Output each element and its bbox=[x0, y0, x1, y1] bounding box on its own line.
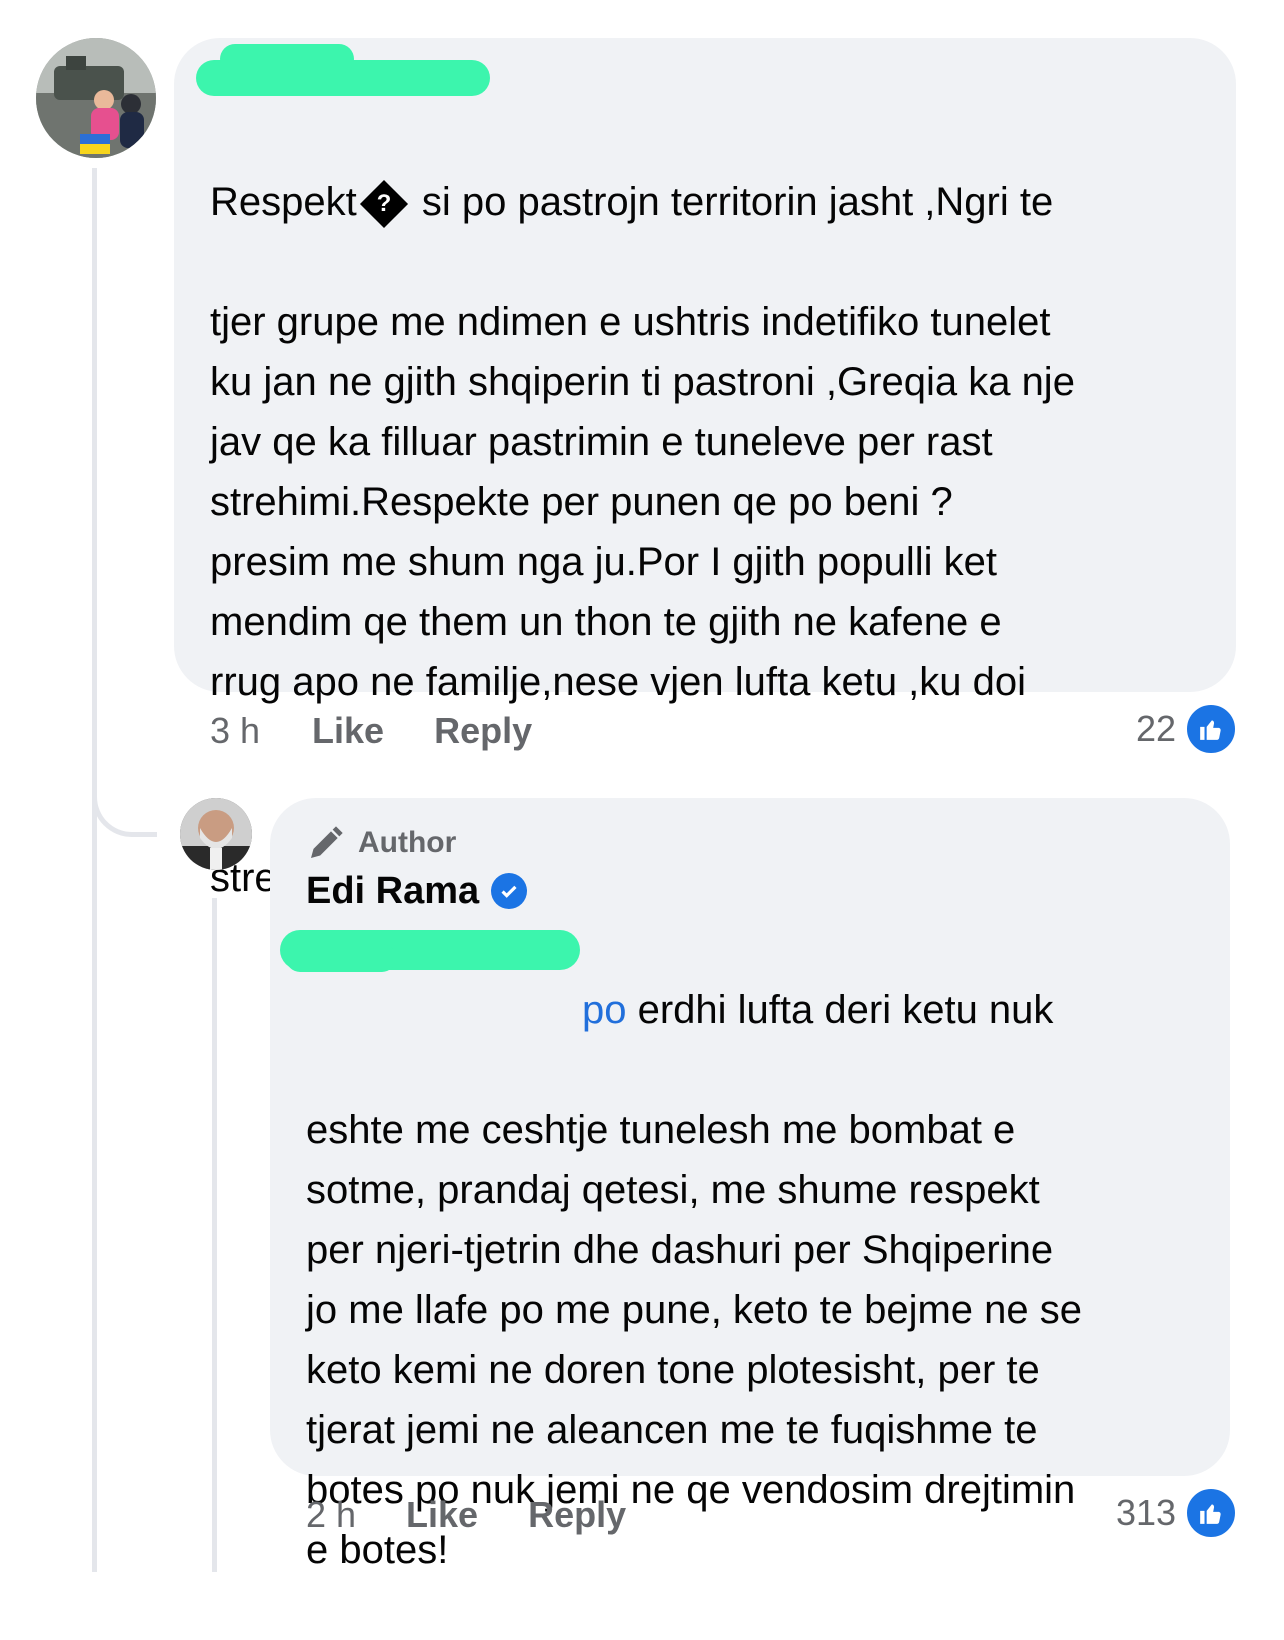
thread-line-reply bbox=[212, 898, 217, 1572]
reply-like-button[interactable]: Like bbox=[406, 1494, 478, 1536]
reply-line-1: po erdhi lufta deri ketu nuk bbox=[582, 988, 1054, 1032]
unknown-glyph-icon: ? bbox=[359, 180, 408, 229]
redacted-commenter-name-top bbox=[220, 44, 354, 74]
author-avatar[interactable] bbox=[180, 798, 252, 870]
thread-branch-curve bbox=[92, 760, 157, 837]
like-button[interactable]: Like bbox=[312, 710, 384, 752]
author-photo-icon bbox=[180, 798, 252, 870]
comment-timestamp[interactable]: 3 h bbox=[210, 710, 260, 752]
comment-body: tjer grupe me ndimen e ushtris indetifik… bbox=[210, 300, 1075, 704]
reply-reactions[interactable]: 313 bbox=[1116, 1486, 1239, 1540]
author-name[interactable]: Edi Rama bbox=[306, 866, 528, 916]
comment-line-1: Respekt? si po pastrojn territorin jasht… bbox=[210, 172, 1220, 232]
author-tag: Author bbox=[306, 820, 456, 866]
thread-line-main bbox=[92, 168, 97, 1572]
comment-reactions[interactable]: 22 bbox=[1136, 702, 1239, 756]
reply-actions: 2 h Like Reply bbox=[306, 1490, 626, 1540]
reply-reply-button[interactable]: Reply bbox=[528, 1494, 626, 1536]
thumbs-up-icon bbox=[1184, 1486, 1239, 1540]
verified-badge-icon bbox=[491, 873, 528, 909]
reply-timestamp[interactable]: 2 h bbox=[306, 1494, 356, 1536]
reply-button[interactable]: Reply bbox=[434, 710, 532, 752]
commenter-avatar[interactable] bbox=[36, 38, 156, 158]
thumbs-up-icon bbox=[1184, 702, 1239, 756]
pen-icon bbox=[311, 826, 343, 858]
comment-actions: 3 h Like Reply bbox=[210, 706, 532, 756]
mention-link[interactable]: po bbox=[582, 988, 627, 1032]
reply-reaction-count: 313 bbox=[1116, 1492, 1177, 1533]
reaction-count: 22 bbox=[1136, 708, 1177, 749]
avatar-photo-icon bbox=[36, 38, 156, 158]
